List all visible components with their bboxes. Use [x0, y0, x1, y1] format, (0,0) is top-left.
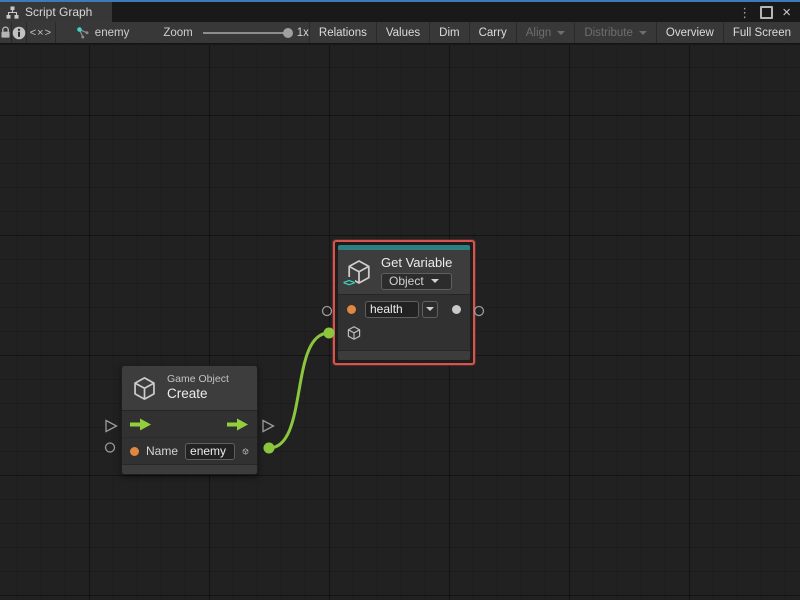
- inspect-button[interactable]: [12, 22, 27, 43]
- graph-reference[interactable]: enemy: [76, 22, 130, 43]
- variable-name-row: [338, 295, 470, 323]
- distribute-button[interactable]: Distribute: [574, 22, 656, 43]
- target-object-cube-icon[interactable]: [346, 325, 362, 341]
- variable-brackets-icon: <>: [342, 277, 355, 288]
- zoom-value: 1x: [297, 27, 309, 39]
- graph-hierarchy-icon: [6, 6, 19, 19]
- carry-button[interactable]: Carry: [469, 22, 516, 43]
- lock-button[interactable]: [0, 22, 12, 43]
- title-bar: Script Graph ⋮ ×: [0, 2, 800, 22]
- dim-button[interactable]: Dim: [429, 22, 468, 43]
- window-controls: ⋮ ×: [738, 2, 800, 22]
- toolbar-buttons: Relations Values Dim Carry Align Distrib…: [309, 22, 800, 43]
- graph-node-icon: [76, 26, 90, 40]
- code-view-button[interactable]: <×>: [27, 22, 56, 43]
- game-object-cube-icon: [131, 375, 158, 402]
- node-body: <> Get Variable Object: [338, 245, 470, 360]
- variable-scope-dropdown[interactable]: Object: [381, 273, 452, 290]
- node-footer: [122, 464, 257, 474]
- variable-name-input[interactable]: [365, 301, 419, 318]
- relations-button[interactable]: Relations: [309, 22, 376, 43]
- fullscreen-button[interactable]: Full Screen: [723, 22, 800, 43]
- graph-name-label: enemy: [95, 27, 130, 39]
- zoom-slider-handle[interactable]: [283, 28, 293, 38]
- node-header[interactable]: Game Object Create: [122, 366, 257, 411]
- chevron-down-icon: [426, 307, 434, 311]
- window-menu-icon[interactable]: ⋮: [738, 6, 751, 19]
- close-icon[interactable]: ×: [782, 5, 791, 20]
- maximize-icon[interactable]: [760, 6, 773, 19]
- code-toggle-icon: <×>: [30, 27, 52, 39]
- node-footer: [338, 350, 470, 360]
- flow-output-arrow-icon[interactable]: [227, 418, 249, 431]
- lock-icon: [0, 26, 11, 39]
- node-get-variable[interactable]: <> Get Variable Object: [333, 240, 475, 365]
- name-value-input[interactable]: [185, 443, 235, 460]
- target-object-row: [338, 323, 470, 343]
- zoom-control: Zoom 1x: [163, 22, 309, 43]
- node-header[interactable]: <> Get Variable Object: [338, 250, 470, 295]
- string-port-icon[interactable]: [130, 447, 139, 456]
- script-graph-window: Script Graph ⋮ × <×>: [0, 0, 800, 600]
- flow-ports-row: [122, 411, 257, 438]
- tab-script-graph[interactable]: Script Graph: [0, 2, 112, 22]
- gameobject-output-cube-icon[interactable]: [242, 443, 249, 460]
- name-parameter-row: Name: [122, 438, 257, 464]
- node-title: Create: [167, 386, 229, 403]
- node-create-game-object[interactable]: Game Object Create Name: [121, 365, 258, 475]
- info-icon: [12, 26, 26, 40]
- variable-picker-dropdown[interactable]: [422, 301, 438, 318]
- graph-toolbar: <×> enemy Zoom 1x Relations Values Dim C…: [0, 22, 800, 44]
- zoom-slider[interactable]: [203, 32, 291, 34]
- align-button[interactable]: Align: [516, 22, 575, 43]
- overview-button[interactable]: Overview: [656, 22, 723, 43]
- node-body-spacer: [338, 343, 470, 350]
- chevron-down-icon: [639, 31, 647, 35]
- node-subtitle: Game Object: [167, 373, 229, 386]
- param-label: Name: [146, 444, 178, 458]
- flow-input-arrow-icon[interactable]: [130, 418, 152, 431]
- zoom-label: Zoom: [163, 27, 192, 39]
- node-title: Get Variable: [381, 255, 452, 270]
- values-button[interactable]: Values: [376, 22, 429, 43]
- value-output-port-icon[interactable]: [452, 305, 461, 314]
- variable-cube-icon: <>: [345, 258, 373, 286]
- chevron-down-icon: [431, 279, 439, 283]
- string-port-icon[interactable]: [347, 305, 356, 314]
- tab-title: Script Graph: [25, 5, 92, 19]
- chevron-down-icon: [557, 31, 565, 35]
